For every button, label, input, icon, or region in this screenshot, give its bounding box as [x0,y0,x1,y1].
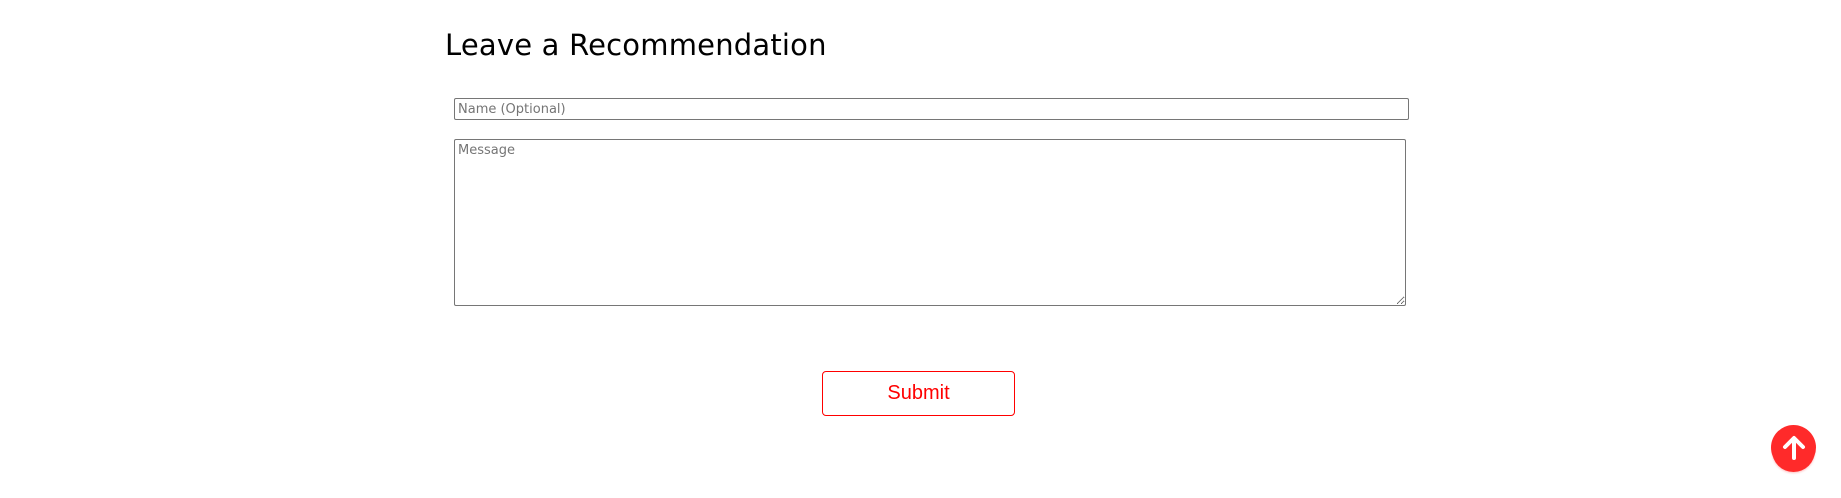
submit-button[interactable]: Submit [822,371,1015,416]
message-textarea[interactable] [454,139,1406,306]
scroll-to-top-button[interactable] [1771,425,1816,470]
name-input[interactable] [454,98,1409,120]
form-title: Leave a Recommendation [445,28,827,62]
arrow-up-icon [1782,435,1805,460]
page: Leave a Recommendation Submit [0,0,1841,498]
